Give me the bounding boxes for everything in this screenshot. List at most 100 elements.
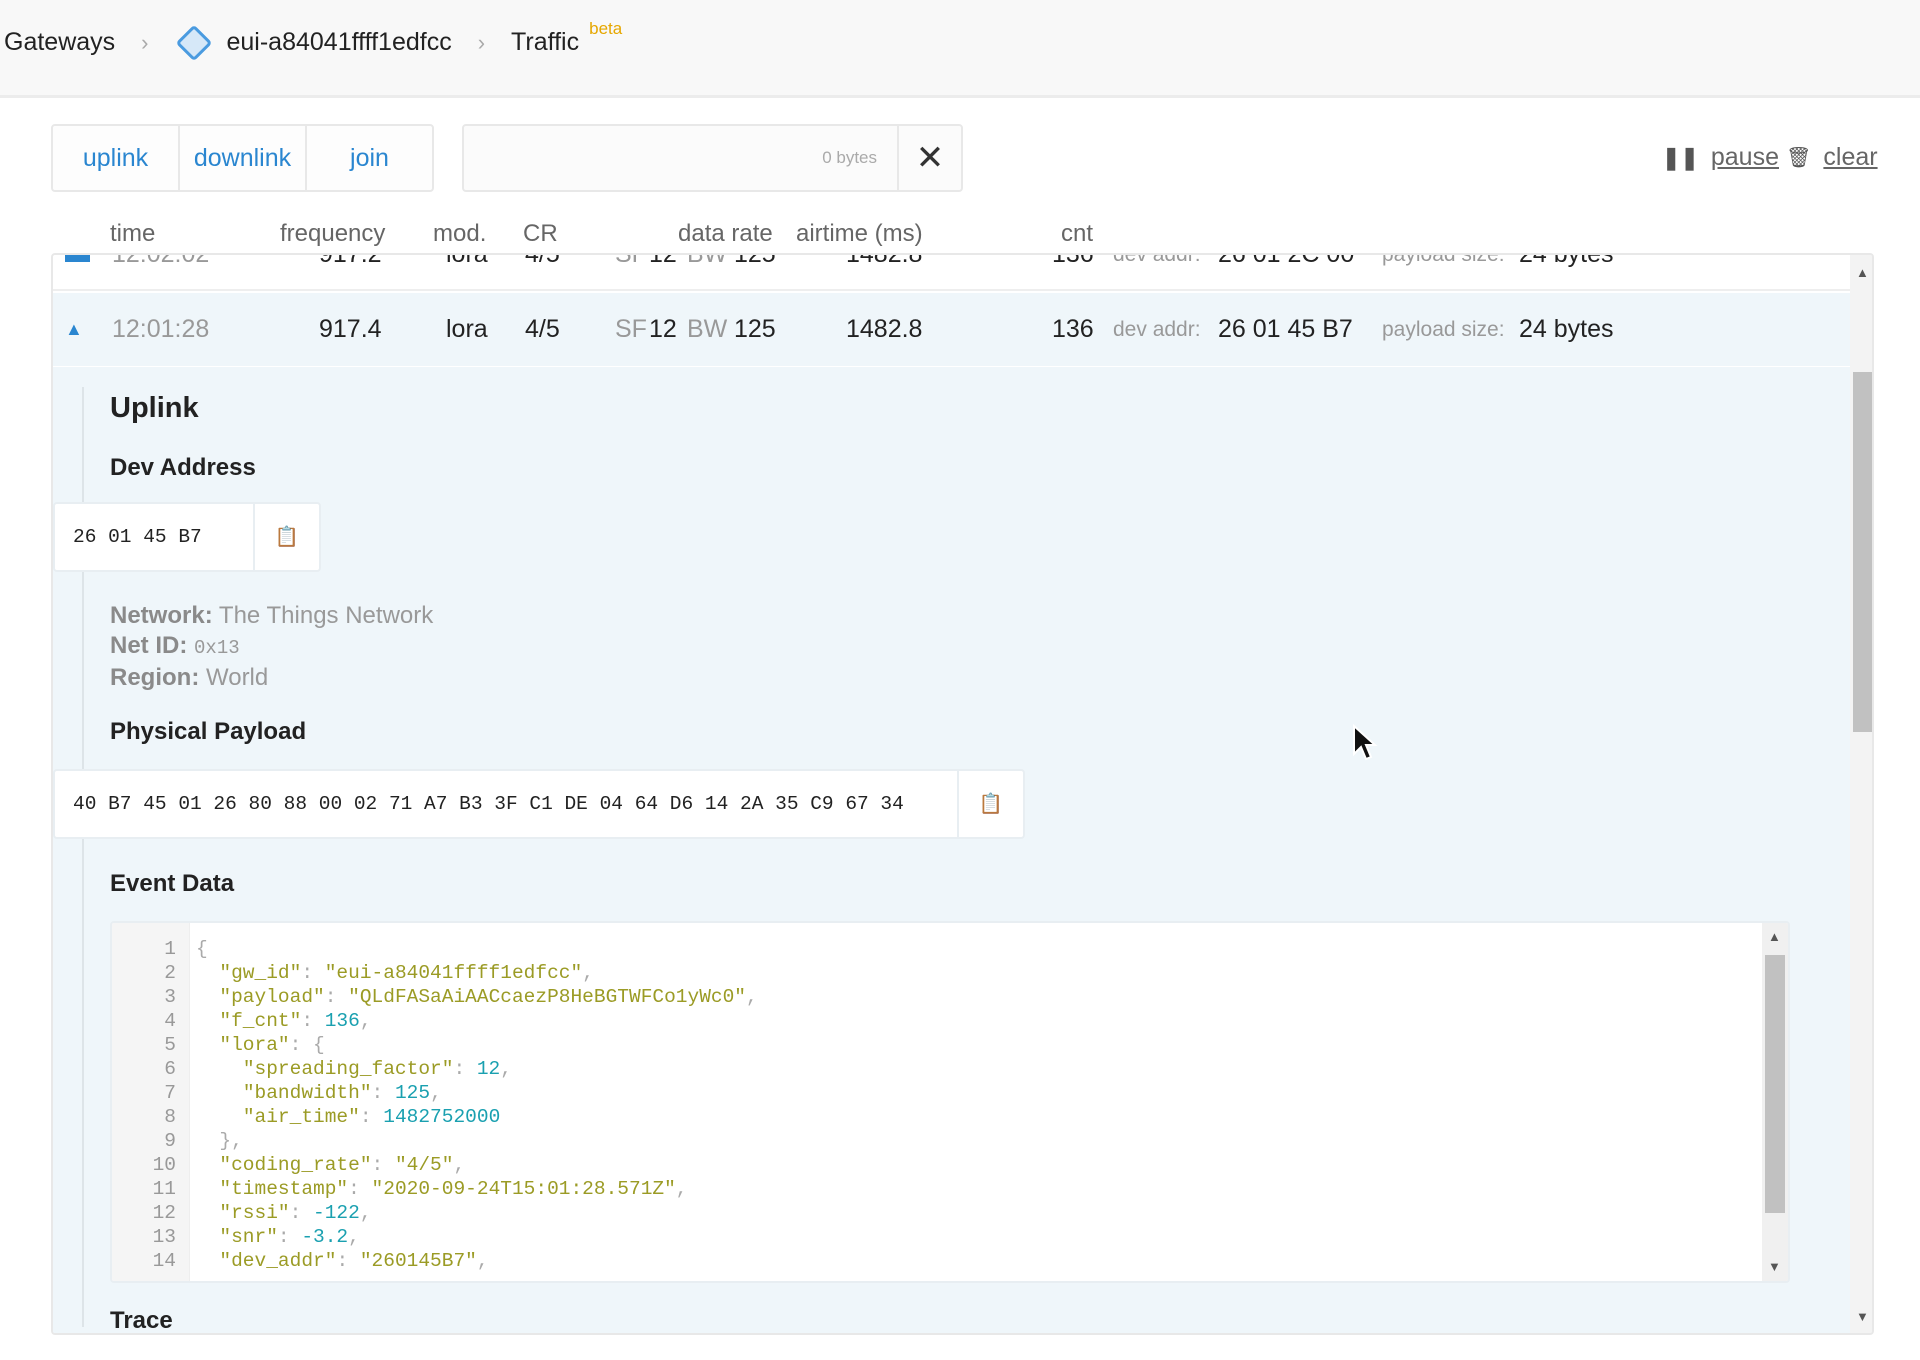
- json-payload: "QLdFASaAiAACcaezP8HeBGTWFCo1yWc0": [348, 986, 747, 1008]
- json-timestamp: "2020-09-24T15:01:28.571Z": [371, 1178, 676, 1200]
- dev-address-field: 26 01 45 B7 📋: [53, 502, 321, 572]
- clear-button[interactable]: 🗑 clear: [1786, 143, 1878, 172]
- row-airtime: 1482.8: [846, 315, 923, 343]
- clipboard-icon[interactable]: 📋: [957, 771, 1023, 837]
- payload-heading: Physical Payload: [110, 718, 307, 745]
- pause-button[interactable]: ❚❚ pause: [1662, 143, 1779, 172]
- row-bw: 125: [734, 253, 776, 268]
- row-payload-size: 24 bytes: [1519, 253, 1614, 268]
- mouse-cursor-icon: [1353, 724, 1378, 761]
- breadcrumb: Gateways › eui-a84041ffff1edfcc › Traffi…: [4, 19, 622, 61]
- col-data-rate: data rate: [678, 220, 773, 247]
- row-airtime: 1482.8: [846, 253, 923, 268]
- dev-address-value[interactable]: 26 01 45 B7: [55, 504, 253, 570]
- row-devaddr: 26 01 2C 00: [1218, 253, 1355, 268]
- json-snr: -3.2: [301, 1226, 349, 1248]
- pause-label: pause: [1710, 143, 1779, 171]
- region-label: Region:: [110, 664, 200, 691]
- filter-join[interactable]: join: [307, 126, 432, 190]
- row-sf-label: SF: [615, 315, 647, 343]
- message-detail: Uplink Dev Address 26 01 45 B7 📋 Network…: [53, 367, 1850, 1333]
- gateway-icon: [175, 24, 212, 61]
- row-payload-size: 24 bytes: [1519, 315, 1614, 343]
- row-mod: lora: [446, 315, 488, 343]
- row-devaddr-label: dev addr:: [1113, 318, 1201, 341]
- netid-label: Net ID:: [110, 632, 188, 659]
- col-time: time: [110, 220, 156, 247]
- row-sf: 12: [649, 315, 677, 343]
- collapse-icon[interactable]: ▲: [65, 293, 83, 366]
- json-gw-id: "eui-a84041ffff1edfcc": [324, 962, 583, 984]
- traffic-list: ▬ 12:02:02 917.2 lora 4/5 SF 12 BW 125 1…: [51, 253, 1874, 1335]
- row-cr: 4/5: [525, 315, 560, 343]
- col-frequency: frequency: [280, 220, 386, 247]
- filter-uplink[interactable]: uplink: [53, 126, 180, 190]
- row-devaddr: 26 01 45 B7: [1218, 315, 1353, 343]
- col-mod: mod.: [433, 220, 487, 247]
- col-cr: CR: [523, 220, 558, 247]
- search-input[interactable]: 0 bytes: [464, 126, 897, 190]
- row-cnt: 136: [1052, 315, 1094, 343]
- beta-badge: beta: [589, 18, 623, 38]
- event-data-heading: Event Data: [110, 870, 235, 897]
- dev-address-heading: Dev Address: [110, 454, 256, 481]
- filter-downlink[interactable]: downlink: [180, 126, 307, 190]
- pause-icon: ❚❚: [1662, 144, 1699, 170]
- payload-value[interactable]: 40 B7 45 01 26 80 88 00 02 71 A7 B3 3F C…: [55, 771, 957, 837]
- trash-icon: 🗑: [1786, 147, 1812, 169]
- scroll-down-icon[interactable]: ▼: [1768, 1259, 1781, 1274]
- json-code: 1{2 "gw_id": "eui-a84041ffff1edfcc", 3 "p…: [152, 938, 758, 1272]
- breadcrumb-gateway-id[interactable]: eui-a84041ffff1edfcc: [227, 28, 452, 57]
- json-rssi: -122: [313, 1202, 360, 1224]
- row-time: 12:01:28: [112, 315, 210, 343]
- row-devaddr-label: dev addr:: [1113, 253, 1201, 266]
- network-value: The Things Network: [218, 602, 434, 629]
- payload-field: 40 B7 45 01 26 80 88 00 02 71 A7 B3 3F C…: [53, 769, 1025, 839]
- scroll-up-icon[interactable]: ▲: [1768, 929, 1781, 944]
- json-dev-addr: "260145B7": [359, 1250, 477, 1272]
- json-cr: "4/5": [394, 1154, 454, 1176]
- row-frequency: 917.2: [319, 253, 382, 268]
- table-row-selected[interactable]: ▲ 12:01:28 917.4 lora 4/5 SF 12 BW 125 1…: [53, 293, 1850, 366]
- netid-value: 0x13: [194, 637, 240, 659]
- clear-label: clear: [1823, 143, 1878, 171]
- region-value: World: [206, 664, 269, 691]
- detail-title: Uplink: [110, 392, 199, 424]
- size-hint: 0 bytes: [822, 148, 877, 167]
- row-bw-label: BW: [687, 315, 728, 343]
- row-cnt: 136: [1052, 253, 1094, 268]
- top-bar: Gateways › eui-a84041ffff1edfcc › Traffi…: [0, 0, 1920, 98]
- col-cnt: cnt: [1061, 220, 1094, 247]
- json-bw: 125: [394, 1082, 431, 1104]
- breadcrumb-gateways[interactable]: Gateways: [4, 28, 115, 57]
- row-frequency: 917.4: [319, 315, 382, 343]
- json-sf: 12: [476, 1058, 501, 1080]
- scroll-up-icon[interactable]: ▲: [1856, 265, 1869, 280]
- trace-heading: Trace: [110, 1307, 173, 1334]
- close-icon[interactable]: ✕: [897, 126, 961, 190]
- list-scrollbar-thumb[interactable]: [1853, 372, 1872, 732]
- network-label: Network:: [110, 602, 213, 629]
- event-data-editor[interactable]: 1{2 "gw_id": "eui-a84041ffff1edfcc", 3 "p…: [110, 921, 1790, 1283]
- clipboard-icon[interactable]: 📋: [253, 504, 319, 570]
- row-payload-size-label: payload size:: [1382, 253, 1505, 266]
- message-type-filter: uplink downlink join: [51, 124, 434, 192]
- row-sf-label: SF: [615, 253, 647, 268]
- row-bw: 125: [734, 315, 776, 343]
- chevron-right-icon: ›: [141, 29, 149, 55]
- breadcrumb-traffic: Traffic: [511, 28, 580, 56]
- row-sf: 12: [649, 253, 677, 268]
- row-payload-size-label: payload size:: [1382, 318, 1505, 341]
- row-cr: 4/5: [525, 253, 560, 268]
- table-row[interactable]: ▬ 12:02:02 917.2 lora 4/5 SF 12 BW 125 1…: [53, 253, 1850, 291]
- col-airtime: airtime (ms): [796, 220, 923, 247]
- scroll-down-icon[interactable]: ▼: [1856, 1309, 1869, 1324]
- filter-search: 0 bytes ✕: [462, 124, 963, 192]
- network-info: Network: The Things Network Net ID: 0x13…: [110, 601, 433, 693]
- row-bw-label: BW: [687, 253, 728, 268]
- expand-icon[interactable]: ▬: [65, 255, 90, 291]
- row-mod: lora: [446, 253, 488, 268]
- json-f-cnt: 136: [324, 1010, 360, 1032]
- editor-scrollbar-thumb[interactable]: [1765, 955, 1785, 1213]
- json-airtime: 1482752000: [383, 1106, 501, 1128]
